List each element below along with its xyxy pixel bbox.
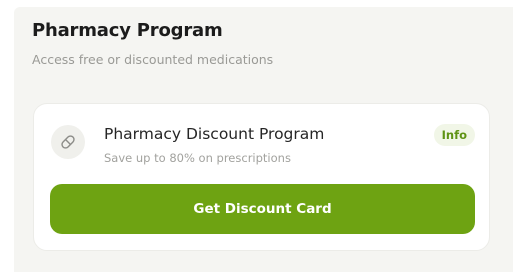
program-name: Pharmacy Discount Program xyxy=(104,125,325,143)
pill-icon xyxy=(51,125,85,159)
get-discount-card-button[interactable]: Get Discount Card xyxy=(50,184,475,234)
section-title: Pharmacy Program xyxy=(32,20,223,41)
pharmacy-program-section: Pharmacy Program Access free or discount… xyxy=(14,7,513,272)
info-badge[interactable]: Info xyxy=(433,124,475,146)
program-description: Save up to 80% on prescriptions xyxy=(104,151,291,165)
discount-program-card: Pharmacy Discount Program Save up to 80%… xyxy=(33,103,490,251)
section-subtitle: Access free or discounted medications xyxy=(32,52,274,67)
pill-icon-graphic xyxy=(61,135,75,149)
